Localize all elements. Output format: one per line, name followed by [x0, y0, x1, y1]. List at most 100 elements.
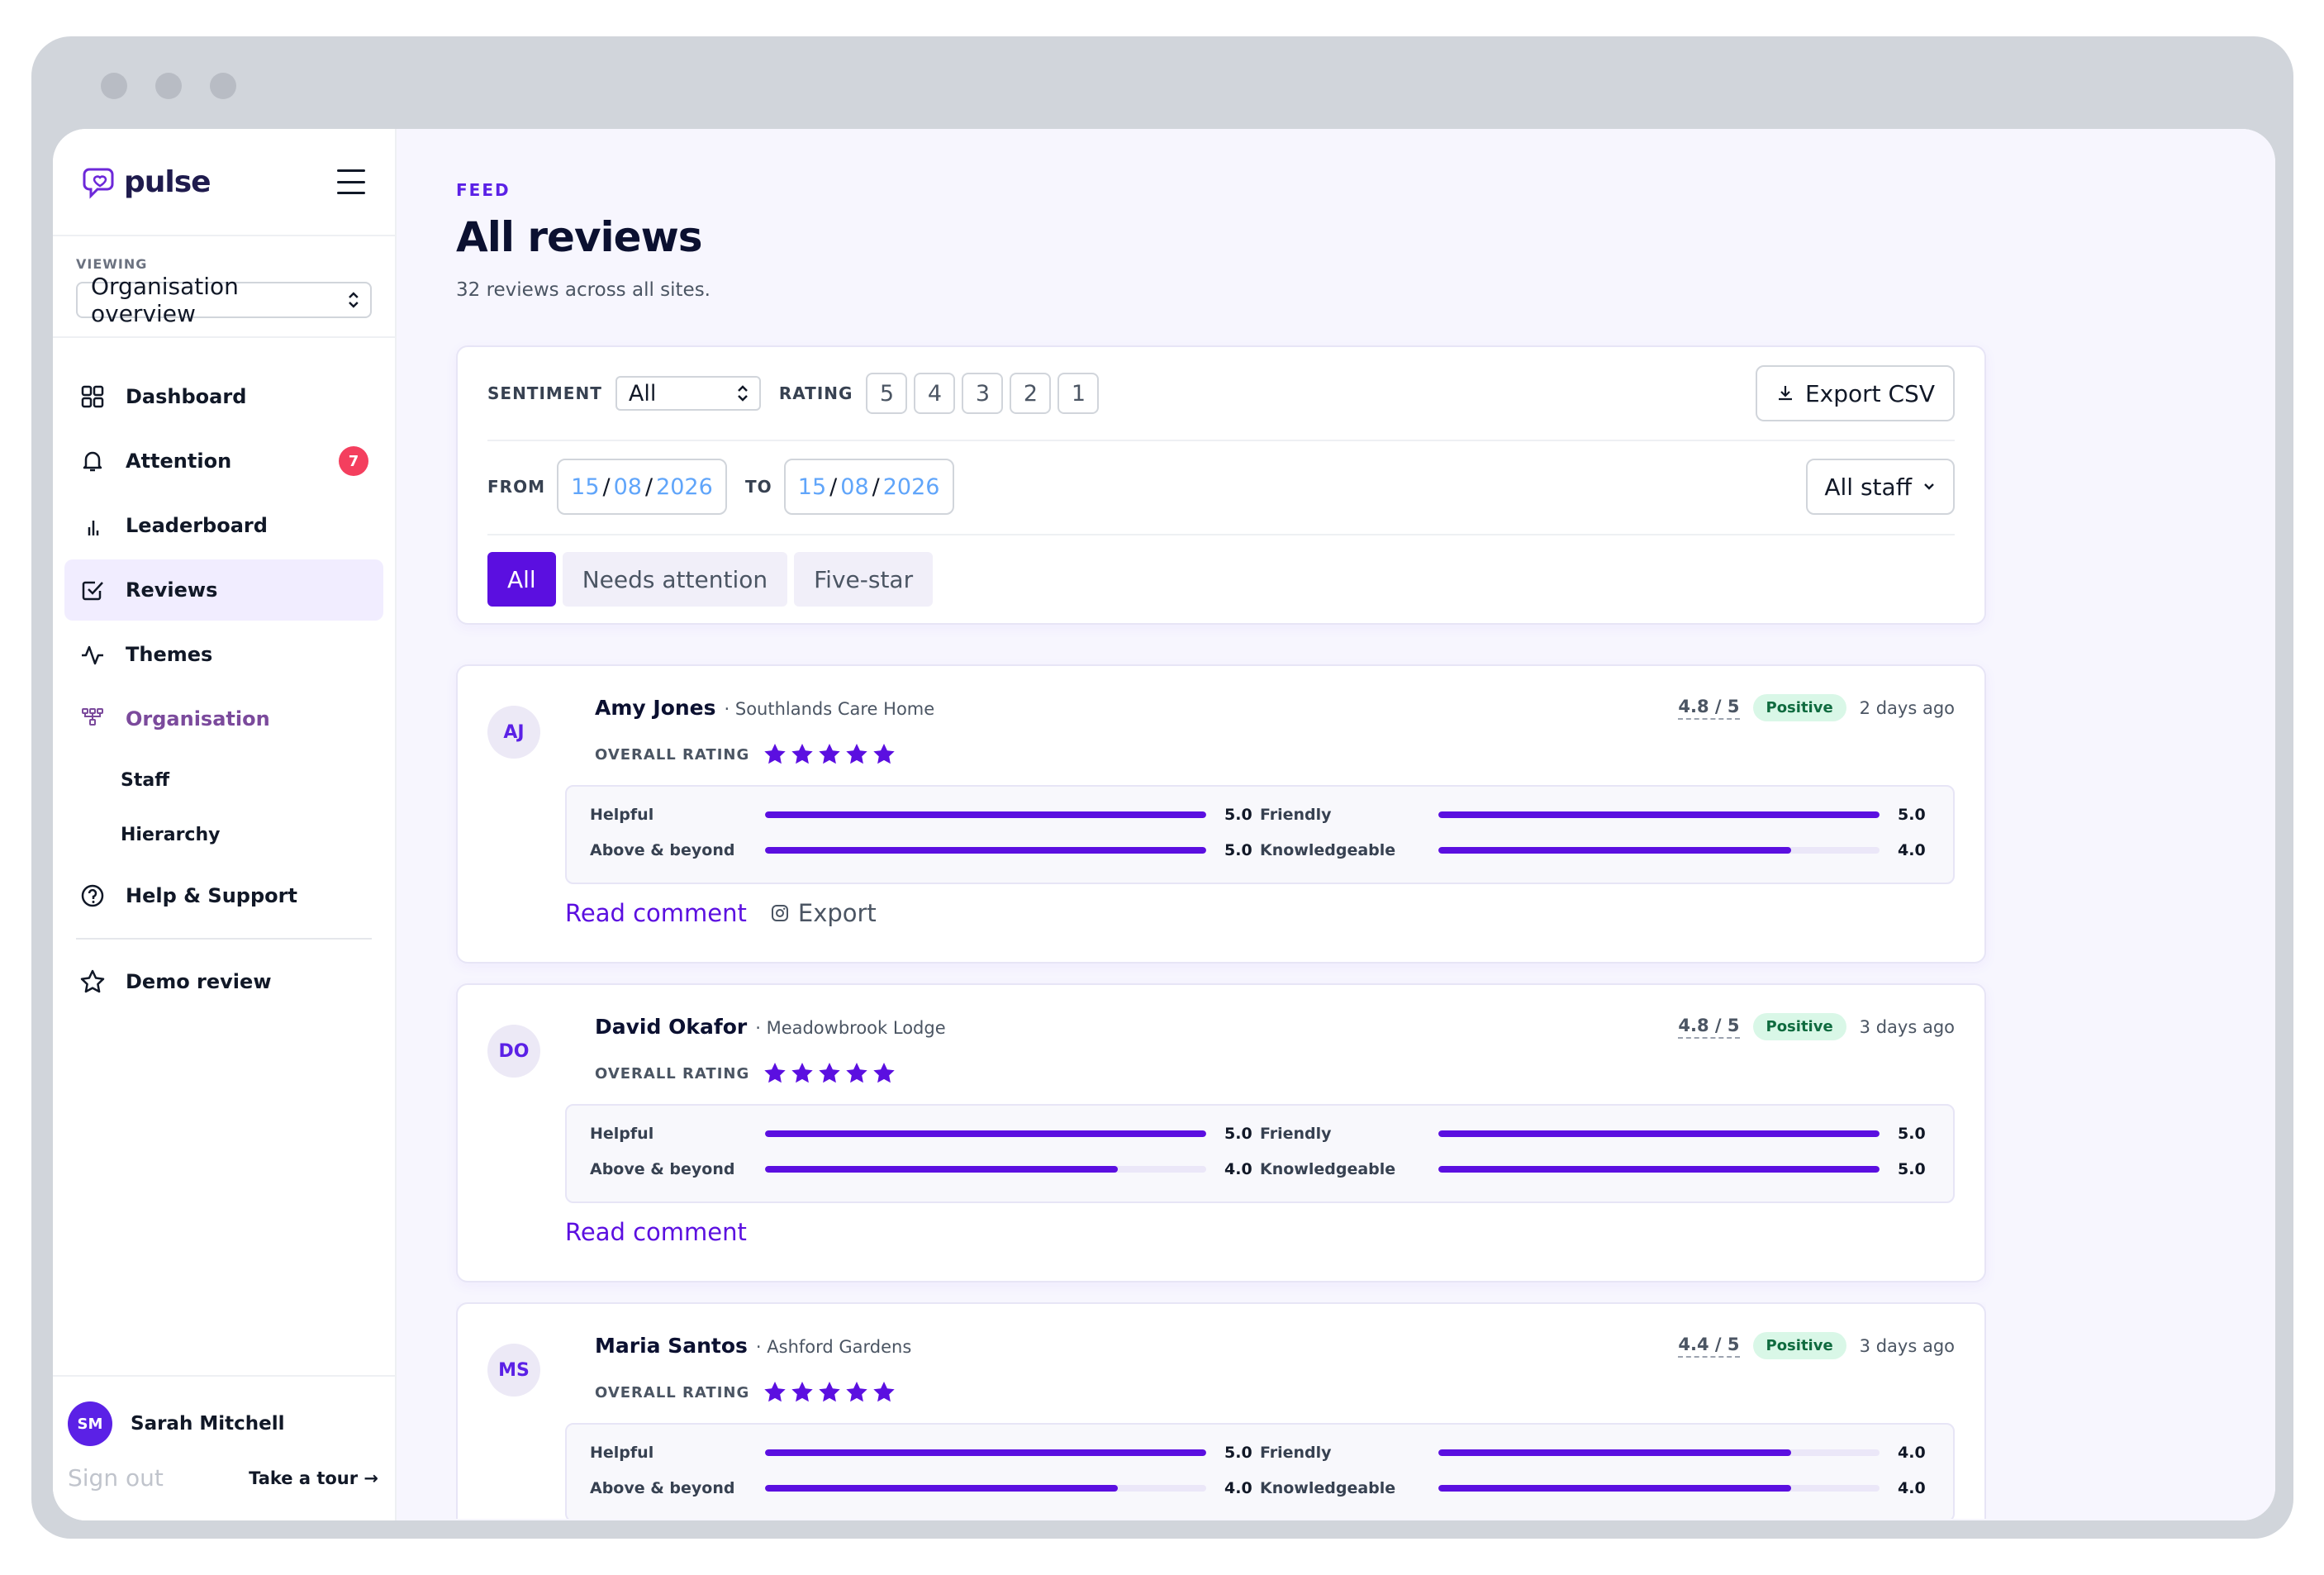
- metric-value: 4.0: [1898, 1479, 1926, 1497]
- metric-bar: [1438, 1485, 1880, 1492]
- window-dot-maximize[interactable]: [210, 73, 236, 99]
- metric-helpful: Helpful 5.0: [590, 806, 1260, 824]
- sidebar-item-organisation[interactable]: Organisation: [64, 688, 383, 749]
- rating-label: RATING: [778, 383, 853, 403]
- sidebar-item-attention[interactable]: Attention 7: [64, 431, 383, 492]
- star-icon: [764, 1063, 786, 1083]
- sidebar-item-label: Help & Support: [126, 884, 297, 907]
- read-comment-link[interactable]: Read comment: [565, 899, 747, 927]
- overall-rating-label: OVERALL RATING: [595, 745, 750, 764]
- tab-all[interactable]: All: [487, 552, 556, 607]
- star-icon: [846, 744, 867, 764]
- overall-rating-label: OVERALL RATING: [595, 1383, 750, 1401]
- metric-bar-fill: [1438, 1449, 1792, 1456]
- app-name: pulse: [124, 164, 211, 199]
- metric-value: 4.0: [1898, 841, 1926, 859]
- rating-4-button[interactable]: 4: [914, 373, 956, 414]
- review-score[interactable]: 4.8 / 5: [1678, 1016, 1740, 1039]
- tab-needs-attention[interactable]: Needs attention: [562, 552, 788, 607]
- sidebar-subitem-staff[interactable]: Staff: [53, 753, 395, 807]
- metric-value: 4.0: [1224, 1479, 1252, 1497]
- sentiment-select[interactable]: All: [615, 376, 761, 411]
- metric-value: 4.0: [1898, 1444, 1926, 1462]
- to-day: 15: [797, 473, 827, 500]
- logo[interactable]: pulse: [83, 164, 211, 199]
- updown-icon: [737, 385, 748, 402]
- page-subtitle: 32 reviews across all sites.: [456, 279, 711, 301]
- star-icon: [873, 1382, 895, 1402]
- user-actions: Sign out Take a tour →: [68, 1464, 378, 1492]
- metric-row: Helpful 5.0 Friendly 5.0: [590, 802, 1930, 827]
- metric-name: Above & beyond: [590, 1479, 735, 1497]
- metric-name: Knowledgeable: [1260, 1479, 1396, 1497]
- sidebar-item-help[interactable]: Help & Support: [64, 865, 383, 926]
- sign-out-link[interactable]: Sign out: [68, 1464, 164, 1492]
- metric-bar: [1438, 1166, 1880, 1173]
- rating-3-button[interactable]: 3: [962, 373, 1004, 414]
- pulse-logo-icon: [83, 168, 114, 199]
- review-meta: 4.8 / 5 Positive 2 days ago: [1678, 694, 1955, 721]
- sidebar-subitem-hierarchy[interactable]: Hierarchy: [53, 807, 395, 862]
- sidebar-item-themes[interactable]: Themes: [64, 624, 383, 685]
- reviewer-name[interactable]: David Okafor: [595, 1015, 747, 1039]
- from-date-input[interactable]: 15/08/2026: [556, 459, 727, 515]
- take-tour-link[interactable]: Take a tour →: [249, 1468, 378, 1488]
- review-score[interactable]: 4.4 / 5: [1678, 1335, 1740, 1358]
- chevron-down-icon: [1924, 483, 1934, 490]
- reviewer: Amy Jones · Southlands Care Home: [595, 696, 934, 720]
- staff-filter-value: All staff: [1824, 473, 1912, 501]
- attention-count-badge: 7: [339, 446, 368, 476]
- star-rating: [763, 1061, 896, 1086]
- metric-name: Helpful: [590, 1125, 654, 1143]
- menu-icon[interactable]: [337, 169, 365, 194]
- viewing-section: VIEWING Organisation overview: [53, 236, 395, 338]
- export-csv-button[interactable]: Export CSV: [1755, 365, 1955, 421]
- sidebar-item-leaderboard[interactable]: Leaderboard: [64, 495, 383, 556]
- metric-value: 5.0: [1898, 1160, 1926, 1178]
- sentiment-badge: Positive: [1752, 694, 1846, 721]
- star-icon: [873, 744, 895, 764]
- read-comment-link[interactable]: Read comment: [565, 1218, 747, 1246]
- bar-chart-icon: [79, 512, 106, 539]
- metric-name: Friendly: [1260, 1125, 1332, 1143]
- activity-icon: [79, 641, 106, 668]
- metric-bar: [1438, 811, 1880, 818]
- star-rating: [763, 1380, 896, 1405]
- metric-knowledgeable: Knowledgeable 4.0: [1260, 841, 1930, 859]
- filter-panel: SENTIMENT All RATING 5 4 3 2 1 Export CS…: [456, 345, 1986, 625]
- metric-bar-fill: [765, 1130, 1206, 1137]
- sidebar-item-reviews[interactable]: Reviews: [64, 559, 383, 621]
- from-year: 2026: [656, 473, 713, 500]
- tab-five-star[interactable]: Five-star: [794, 552, 934, 607]
- export-review-button[interactable]: Export: [770, 899, 877, 927]
- metric-bar-fill: [1438, 1130, 1880, 1137]
- metric-bar-fill: [765, 1449, 1206, 1456]
- user-row[interactable]: SM Sarah Mitchell: [68, 1401, 378, 1446]
- window-dot-close[interactable]: [101, 73, 127, 99]
- sidebar-item-demo-review[interactable]: Demo review: [64, 951, 383, 1012]
- metric-bar: [765, 1166, 1206, 1173]
- user-name: Sarah Mitchell: [131, 1413, 285, 1435]
- staff-filter-dropdown[interactable]: All staff: [1806, 459, 1955, 515]
- rating-2-button[interactable]: 2: [1010, 373, 1052, 414]
- rating-1-button[interactable]: 1: [1057, 373, 1100, 414]
- metric-row: Above & beyond 4.0 Knowledgeable 4.0: [590, 1476, 1930, 1501]
- viewing-select[interactable]: Organisation overview: [76, 273, 372, 327]
- window-dot-minimize[interactable]: [155, 73, 182, 99]
- filter-tabs: All Needs attention Five-star: [487, 552, 1955, 607]
- metric-bar: [765, 811, 1206, 818]
- updown-icon: [349, 292, 359, 308]
- review-time: 3 days ago: [1859, 1335, 1955, 1356]
- reviewer-name[interactable]: Amy Jones: [595, 696, 716, 720]
- rating-5-button[interactable]: 5: [866, 373, 908, 414]
- review-score[interactable]: 4.8 / 5: [1678, 697, 1740, 720]
- metric-value: 5.0: [1224, 1125, 1252, 1143]
- to-date-input[interactable]: 15/08/2026: [783, 459, 954, 515]
- sidebar-item-dashboard[interactable]: Dashboard: [64, 366, 383, 427]
- reviewer-name[interactable]: Maria Santos: [595, 1334, 748, 1358]
- metric-helpful: Helpful 5.0: [590, 1125, 1260, 1143]
- metric-bar: [765, 1449, 1206, 1456]
- metric-name: Knowledgeable: [1260, 1160, 1396, 1178]
- review-header: MS Maria Santos · Ashford Gardens OVERAL…: [487, 1332, 1955, 1402]
- page-title: All reviews: [456, 213, 703, 261]
